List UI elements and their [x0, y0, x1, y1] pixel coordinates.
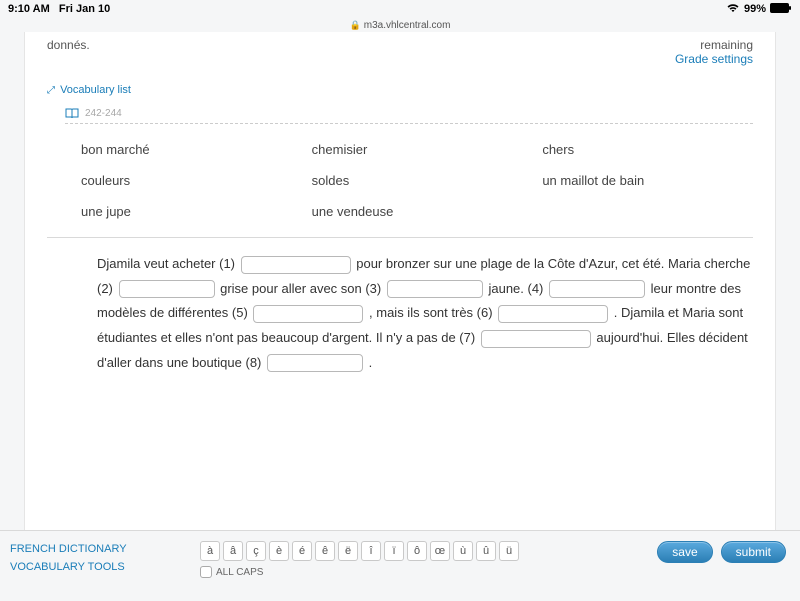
blank-1[interactable] [241, 256, 351, 274]
all-caps-row: ALL CAPS [200, 566, 657, 578]
blank-8[interactable] [267, 354, 363, 372]
french-dictionary-link[interactable]: FRENCH DICTIONARY [10, 541, 200, 559]
save-button[interactable]: save [657, 541, 712, 563]
char-btn[interactable]: ç [246, 541, 266, 561]
submit-button[interactable]: submit [721, 541, 786, 563]
grade-settings-link[interactable]: Grade settings [675, 52, 753, 66]
blank-3[interactable] [387, 280, 483, 298]
word-bank-item: chemisier [312, 142, 523, 157]
top-right: remaining Grade settings [675, 38, 753, 66]
char-btn[interactable]: ô [407, 541, 427, 561]
special-char-area: à â ç è é ê ë î ï ô œ ù û ü ALL CAPS [200, 541, 657, 578]
vocabulary-tools-link[interactable]: VOCABULARY TOOLS [10, 559, 200, 577]
blank-5[interactable] [253, 305, 363, 323]
word-bank-item: bon marché [81, 142, 292, 157]
char-btn[interactable]: î [361, 541, 381, 561]
text: . [365, 355, 372, 370]
footer-buttons: save submit [657, 541, 786, 563]
all-caps-label: ALL CAPS [216, 567, 263, 578]
battery-percent: 99% [744, 3, 766, 15]
status-time: 9:10 AM [8, 3, 50, 15]
char-btn[interactable]: û [476, 541, 496, 561]
blank-4[interactable] [549, 280, 645, 298]
divider [47, 237, 753, 238]
text: , mais ils sont très (6) [365, 305, 496, 320]
word-bank-item: soldes [312, 173, 523, 188]
page-content: donnés. remaining Grade settings ⤢ Vocab… [24, 32, 776, 530]
page-reference[interactable]: 242-244 [65, 108, 753, 124]
page-ref-text: 242-244 [85, 108, 122, 119]
blank-2[interactable] [119, 280, 215, 298]
char-btn[interactable]: ù [453, 541, 473, 561]
char-btn[interactable]: â [223, 541, 243, 561]
status-left: 9:10 AM Fri Jan 10 [8, 3, 116, 15]
word-bank-item: chers [542, 142, 753, 157]
footer-links: FRENCH DICTIONARY VOCABULARY TOOLS [10, 541, 200, 576]
remaining-label: remaining [675, 38, 753, 52]
char-btn[interactable]: é [292, 541, 312, 561]
status-right: 99% [726, 3, 792, 16]
char-btn[interactable]: ê [315, 541, 335, 561]
all-caps-checkbox[interactable] [200, 566, 212, 578]
instruction-tail: donnés. [47, 38, 90, 52]
word-bank-item: une jupe [81, 204, 292, 219]
wifi-icon [726, 3, 740, 16]
word-bank-item: une vendeuse [312, 204, 523, 219]
char-btn[interactable]: ï [384, 541, 404, 561]
text: jaune. (4) [485, 281, 547, 296]
status-bar: 9:10 AM Fri Jan 10 99% [0, 0, 800, 18]
address-host: m3a.vhlcentral.com [364, 20, 451, 31]
battery-icon [770, 3, 792, 16]
word-bank-item [542, 204, 753, 219]
char-btn[interactable]: à [200, 541, 220, 561]
char-btn[interactable]: ë [338, 541, 358, 561]
char-btn[interactable]: è [269, 541, 289, 561]
word-bank: bon marché chemisier chers couleurs sold… [47, 124, 753, 237]
word-bank-item: couleurs [81, 173, 292, 188]
char-btn[interactable]: œ [430, 541, 450, 561]
lock-icon: 🔒 [350, 20, 361, 30]
vocab-link-label: Vocabulary list [60, 84, 131, 96]
top-row: donnés. remaining Grade settings [47, 38, 753, 66]
status-date: Fri Jan 10 [59, 3, 110, 15]
blank-7[interactable] [481, 330, 591, 348]
address-bar: 🔒m3a.vhlcentral.com [0, 18, 800, 32]
text: Djamila veut acheter (1) [97, 256, 239, 271]
book-icon [65, 108, 79, 119]
exercise-paragraph: Djamila veut acheter (1) pour bronzer su… [47, 252, 753, 375]
expand-icon: ⤢ [47, 85, 55, 96]
special-char-row: à â ç è é ê ë î ï ô œ ù û ü [200, 541, 657, 561]
char-btn[interactable]: ü [499, 541, 519, 561]
blank-6[interactable] [498, 305, 608, 323]
text: grise pour aller avec son (3) [217, 281, 385, 296]
footer: FRENCH DICTIONARY VOCABULARY TOOLS à â ç… [0, 530, 800, 601]
vocabulary-list-link[interactable]: ⤢ Vocabulary list [47, 84, 753, 96]
word-bank-item: un maillot de bain [542, 173, 753, 188]
